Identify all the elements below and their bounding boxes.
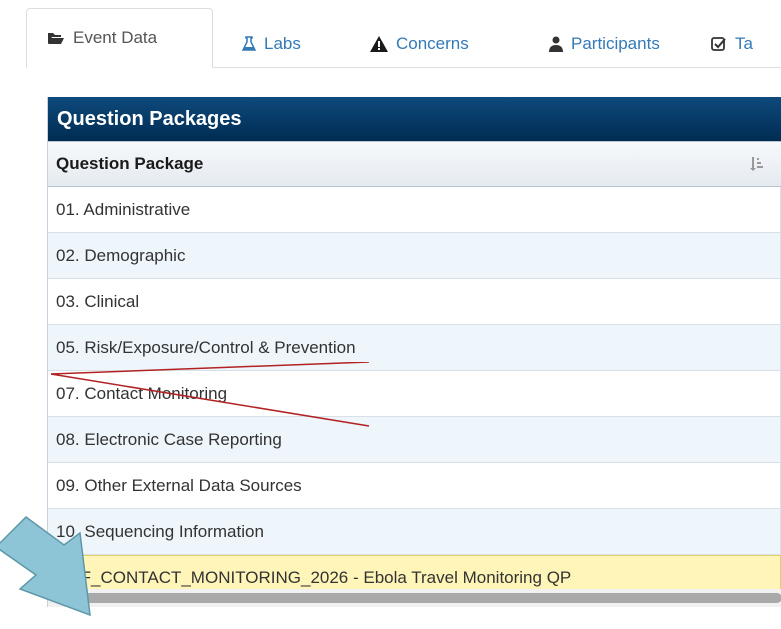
user-icon — [549, 36, 563, 52]
row-label: 03. Clinical — [56, 291, 140, 311]
question-packages-panel: Question Packages Question Package 01. A… — [47, 97, 781, 607]
tab-label: Event Data — [73, 28, 158, 47]
scrollbar-thumb[interactable] — [66, 593, 781, 603]
list-item[interactable]: 03. Clinical — [48, 279, 781, 325]
row-label: 08. Electronic Case Reporting — [56, 429, 282, 449]
tab-label: Ta — [735, 34, 753, 53]
tab-labs[interactable]: Labs — [242, 26, 301, 62]
checkbox-icon — [711, 36, 727, 52]
column-header-label: Question Package — [56, 154, 204, 173]
list-item[interactable]: 10. Sequencing Information — [48, 509, 781, 555]
tab-label: Participants — [571, 34, 660, 53]
list-item[interactable]: 07. Contact Monitoring — [48, 371, 781, 417]
list-item[interactable]: 08. Electronic Case Reporting — [48, 417, 781, 463]
row-label: 10. Sequencing Information — [56, 521, 264, 541]
tab-tasks[interactable]: Ta — [711, 26, 753, 62]
tab-event-data[interactable]: Event Data — [26, 8, 213, 68]
panel-title: Question Packages — [48, 97, 781, 141]
horizontal-scrollbar[interactable] — [48, 589, 781, 607]
tab-label: Concerns — [396, 34, 469, 53]
list-item[interactable]: 01. Administrative — [48, 187, 781, 233]
tab-concerns[interactable]: Concerns — [370, 26, 469, 62]
row-label: 01. Administrative — [56, 199, 191, 219]
row-label: 07. Contact Monitoring — [56, 383, 228, 403]
sort-icon[interactable] — [749, 156, 763, 172]
tab-bar: Event Data Labs Concerns Participants Ta — [0, 0, 781, 68]
flask-icon — [242, 36, 256, 52]
row-label: 09. Other External Data Sources — [56, 475, 302, 495]
column-header-question-package[interactable]: Question Package — [48, 141, 781, 187]
folder-open-icon — [47, 31, 65, 45]
row-label: VHF_CONTACT_MONITORING_2026 - Ebola Trav… — [57, 568, 572, 587]
tab-label: Labs — [264, 34, 301, 53]
warning-icon — [370, 36, 388, 52]
list-item[interactable]: 09. Other External Data Sources — [48, 463, 781, 509]
row-label: 02. Demographic — [56, 245, 186, 265]
list-item[interactable]: 02. Demographic — [48, 233, 781, 279]
scroll-left-arrow-icon[interactable] — [51, 593, 57, 603]
tab-participants[interactable]: Participants — [549, 26, 660, 62]
list-item[interactable]: 05. Risk/Exposure/Control & Prevention — [48, 325, 781, 371]
row-label: 05. Risk/Exposure/Control & Prevention — [56, 337, 356, 357]
